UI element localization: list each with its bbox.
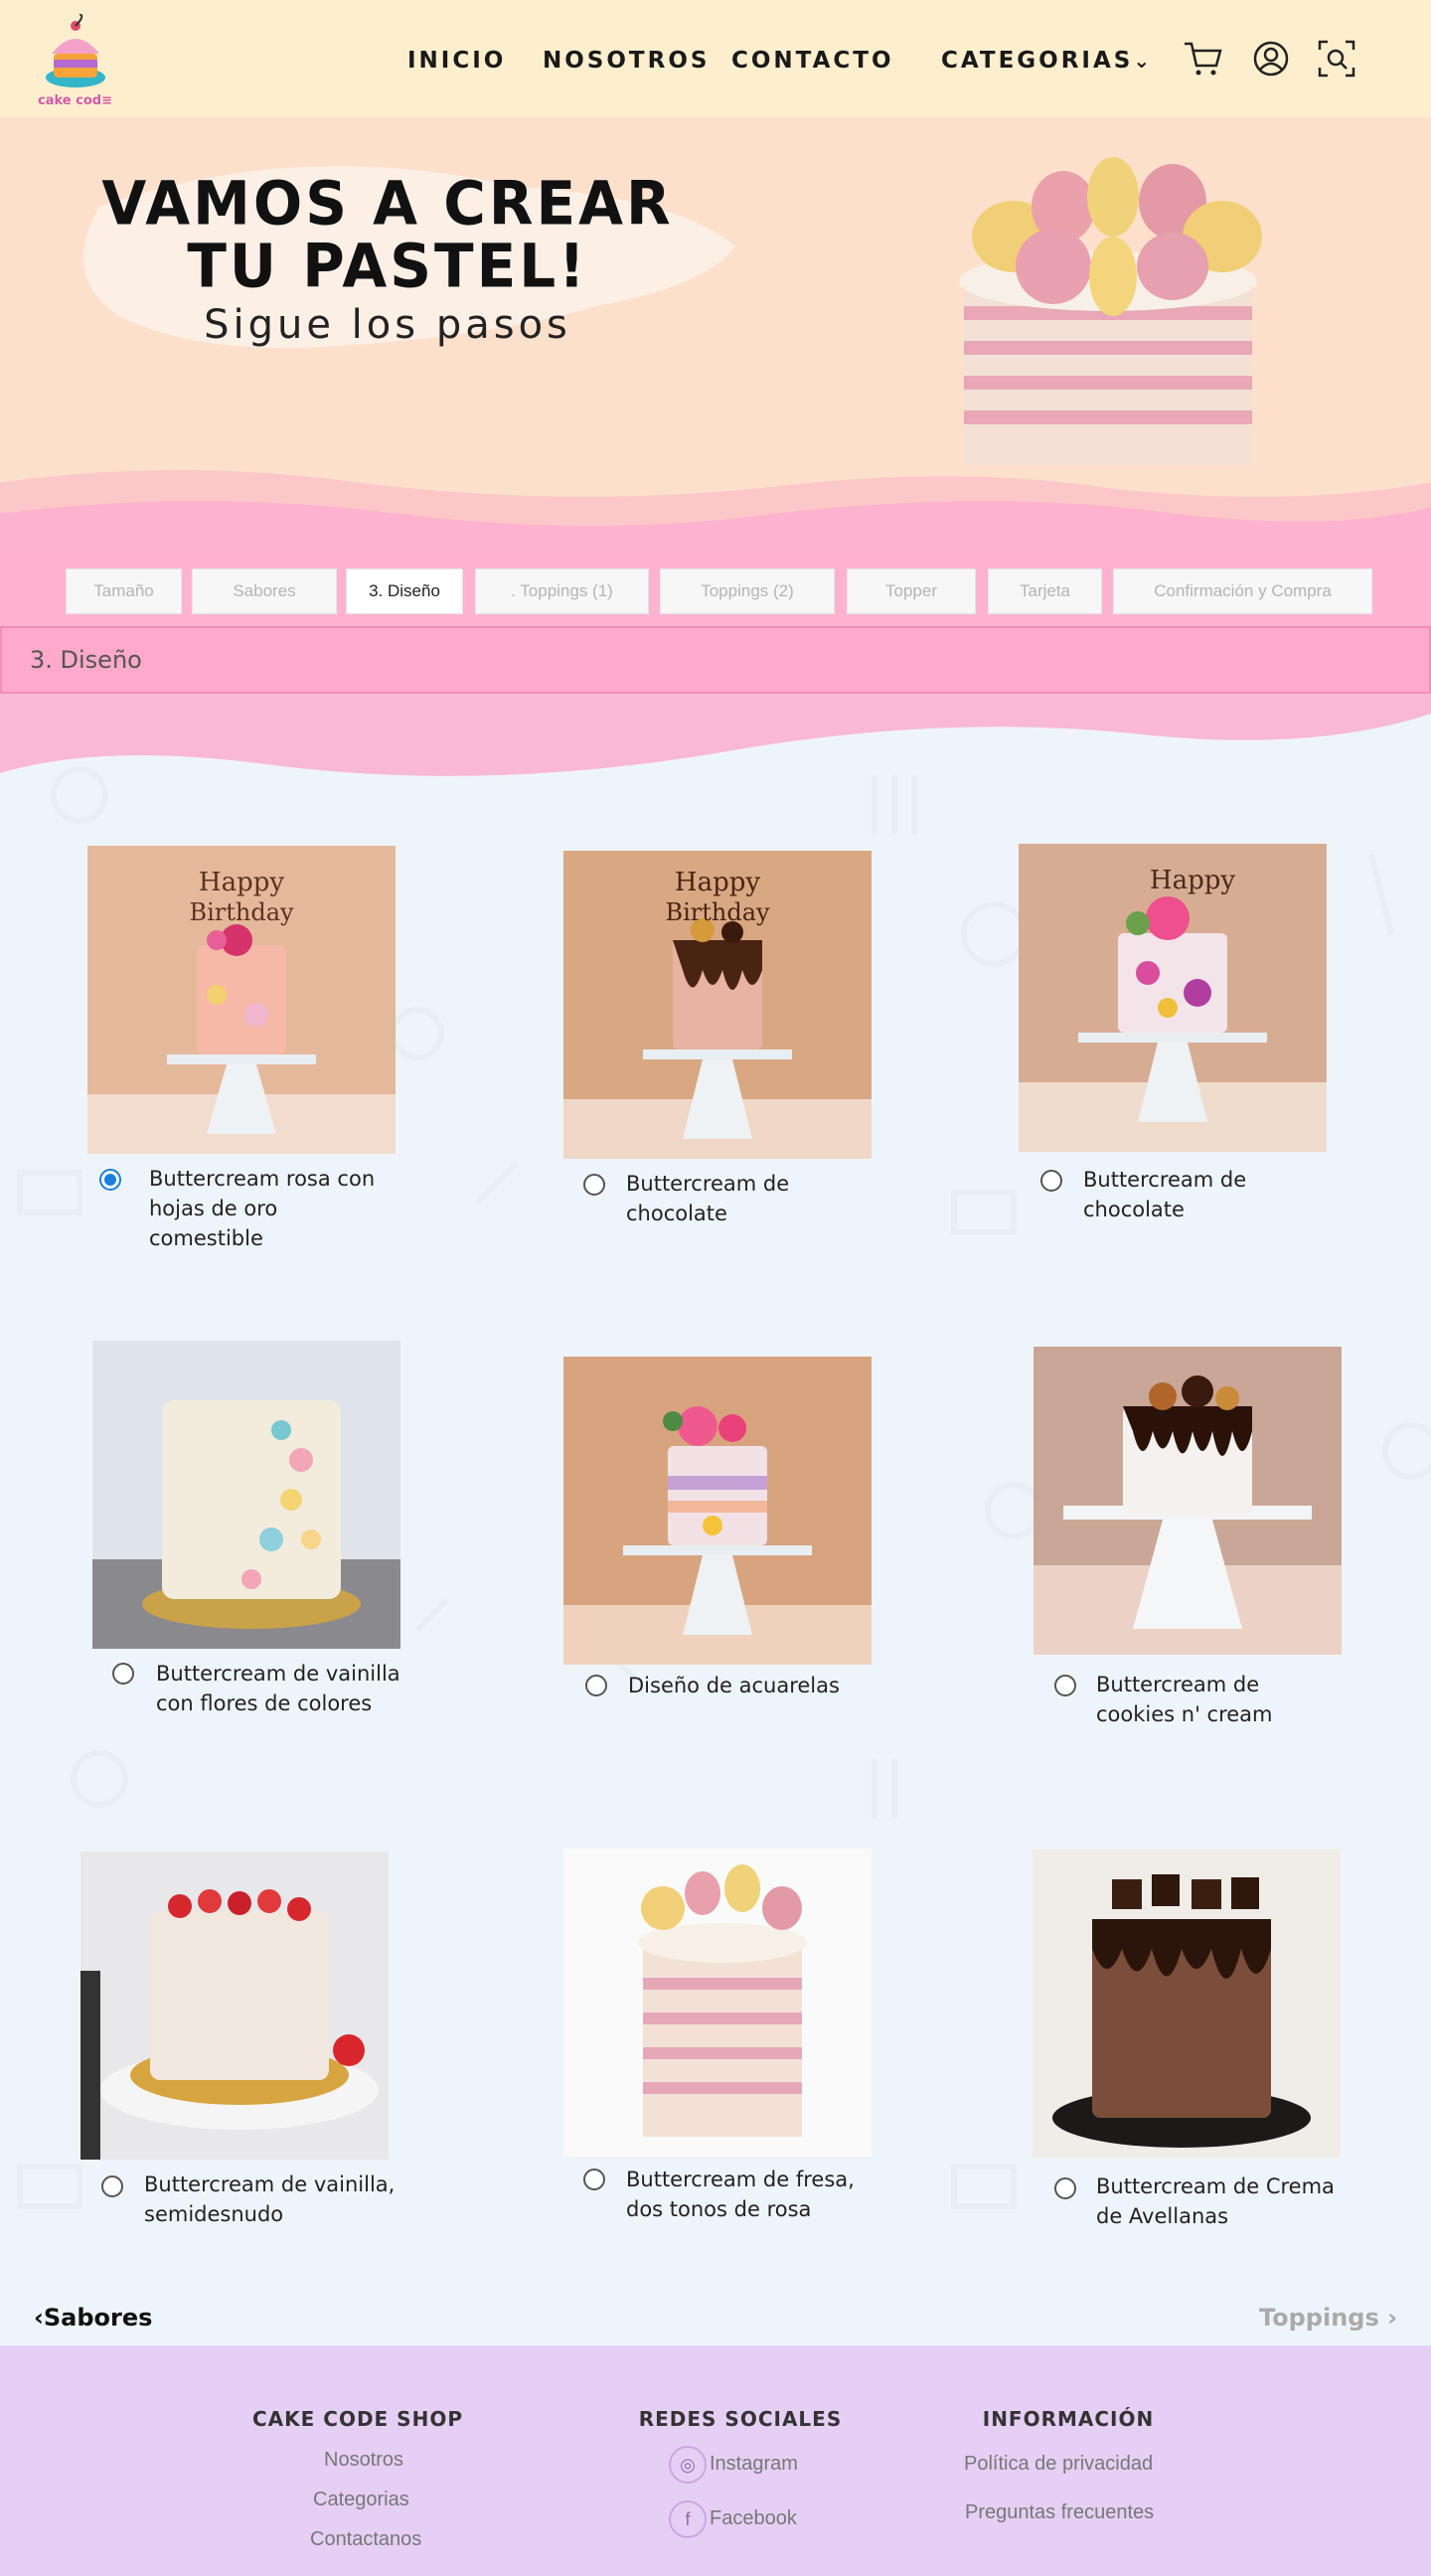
top-nav: cake cod≡ INICIO NOSOTROS CONTACTO CATEG…: [0, 0, 1431, 117]
chevron-left-icon: ‹: [34, 2304, 44, 2332]
footer-col-social: REDES SOCIALES: [626, 2407, 855, 2431]
design-label-1: Buttercream rosa con hojas de oro comest…: [149, 1167, 376, 1250]
tab-tarjeta[interactable]: Tarjeta: [988, 568, 1102, 614]
nav-nosotros[interactable]: NOSOTROS: [543, 48, 710, 74]
tab-diseno[interactable]: 3. Diseño: [346, 568, 463, 614]
menu-lines-icon: ≡: [101, 93, 112, 108]
facebook-icon[interactable]: f: [669, 2500, 707, 2538]
cake-image-pink-gold: Happy Birthday: [87, 846, 396, 1154]
footer-info-title: INFORMACIÓN: [982, 2407, 1155, 2431]
hero-title-line1: VAMOS A CREAR: [101, 167, 674, 240]
tab-toppings-2[interactable]: Toppings (2): [660, 568, 835, 614]
cake-image-chocolate-drip: Happy Birthday: [563, 851, 872, 1159]
design-label-3: Buttercream de chocolate: [1083, 1168, 1247, 1221]
instagram-icon[interactable]: ◎: [669, 2446, 707, 2484]
footer: CAKE CODE SHOP Nosotros Categorias Conta…: [0, 2345, 1431, 2576]
forward-to-toppings-button[interactable]: Toppings ›: [1259, 2304, 1397, 2332]
cake-image-vanilla-flowers: [92, 1341, 400, 1649]
site-logo[interactable]: cake cod≡: [36, 14, 115, 113]
cake-image-hazelnut: [1033, 1850, 1341, 2158]
nav-contacto[interactable]: CONTACTO: [731, 48, 894, 74]
cake-image-semi-naked: [80, 1852, 389, 2160]
hero-title-line2: TU PASTEL!: [187, 230, 588, 302]
footer-link-nosotros[interactable]: Nosotros: [324, 2449, 403, 2472]
cake-image-cookies-cream: [1034, 1347, 1342, 1655]
design-radio-6[interactable]: [1054, 1675, 1076, 1696]
chevron-down-icon: ⌄: [1133, 49, 1154, 73]
cart-icon[interactable]: [1183, 38, 1224, 80]
nav-categorias-label: CATEGORIAS: [941, 48, 1134, 74]
design-radio-2[interactable]: [583, 1174, 605, 1196]
cake-image-strawberry-macarons: [563, 1849, 872, 2157]
design-radio-5[interactable]: [585, 1675, 607, 1696]
tab-tamano[interactable]: Tamaño: [66, 568, 182, 614]
svg-text:Happy: Happy: [1150, 866, 1235, 895]
design-radio-4[interactable]: [112, 1663, 134, 1685]
footer-social-title: REDES SOCIALES: [638, 2407, 843, 2431]
cake-logo-icon: [46, 14, 105, 87]
hero-title: VAMOS A CREAR TU PASTEL!: [60, 172, 716, 297]
footer-link-categorias[interactable]: Categorias: [313, 2489, 409, 2511]
design-radio-7[interactable]: [101, 2175, 123, 2197]
footer-link-instagram[interactable]: Instagram: [710, 2453, 798, 2476]
nav-categorias[interactable]: CATEGORIAS⌄: [941, 48, 1153, 74]
back-to-sabores-button[interactable]: ‹Sabores: [34, 2304, 152, 2332]
step-panel-header[interactable]: 3. Diseño: [0, 626, 1431, 694]
forward-button-label: Toppings: [1258, 2304, 1379, 2332]
step-tabs: Tamaño Sabores 3. Diseño . Toppings (1) …: [0, 557, 1431, 626]
hero-subtitle: Sigue los pasos: [204, 302, 571, 348]
footer-shop-title: CAKE CODE SHOP: [252, 2407, 463, 2431]
design-label-7: Buttercream de vainilla, semidesnudo: [144, 2173, 396, 2226]
hero-cake-image: [959, 157, 1262, 465]
tab-confirmacion[interactable]: Confirmación y Compra: [1113, 568, 1372, 614]
cake-image-floral-pink: Happy: [1019, 844, 1327, 1152]
design-label-8: Buttercream de fresa, dos tonos de rosa: [626, 2168, 855, 2221]
design-label-9: Buttercream de Crema de Avellanas: [1096, 2174, 1335, 2228]
svg-text:Happy: Happy: [199, 868, 284, 897]
tab-sabores[interactable]: Sabores: [192, 568, 337, 614]
svg-text:Birthday: Birthday: [665, 898, 770, 926]
svg-text:Birthday: Birthday: [189, 898, 294, 926]
footer-col-info: INFORMACIÓN: [944, 2407, 1192, 2431]
tab-toppings-1[interactable]: . Toppings (1): [475, 568, 649, 614]
tab-topper[interactable]: Topper: [847, 568, 976, 614]
design-label-4: Buttercream de vainilla con flores de co…: [156, 1662, 400, 1715]
search-icon[interactable]: [1316, 38, 1357, 80]
design-label-6: Buttercream de cookies n' cream: [1096, 1673, 1273, 1726]
footer-link-faq[interactable]: Preguntas frecuentes: [965, 2501, 1154, 2524]
footer-link-contactanos[interactable]: Contactanos: [310, 2528, 421, 2551]
svg-text:Happy: Happy: [675, 868, 760, 897]
design-radio-9[interactable]: [1054, 2177, 1076, 2199]
nav-inicio[interactable]: INICIO: [407, 48, 506, 74]
design-label-2: Buttercream de chocolate: [626, 1172, 790, 1225]
chevron-right-icon: ›: [1387, 2304, 1397, 2332]
design-radio-3[interactable]: [1040, 1170, 1062, 1192]
cake-image-watercolor: [563, 1357, 872, 1665]
design-label-5: Diseño de acuarelas: [628, 1674, 840, 1697]
logo-text: cake cod: [38, 93, 102, 108]
panel-title: 3. Diseño: [30, 646, 142, 674]
design-radio-8[interactable]: [583, 2169, 605, 2190]
back-button-label: Sabores: [43, 2304, 153, 2332]
design-radio-1[interactable]: [99, 1169, 121, 1191]
footer-col-shop: CAKE CODE SHOP: [238, 2407, 477, 2431]
footer-link-privacidad[interactable]: Política de privacidad: [964, 2453, 1153, 2476]
user-icon[interactable]: [1250, 38, 1292, 80]
footer-link-facebook[interactable]: Facebook: [710, 2507, 797, 2530]
